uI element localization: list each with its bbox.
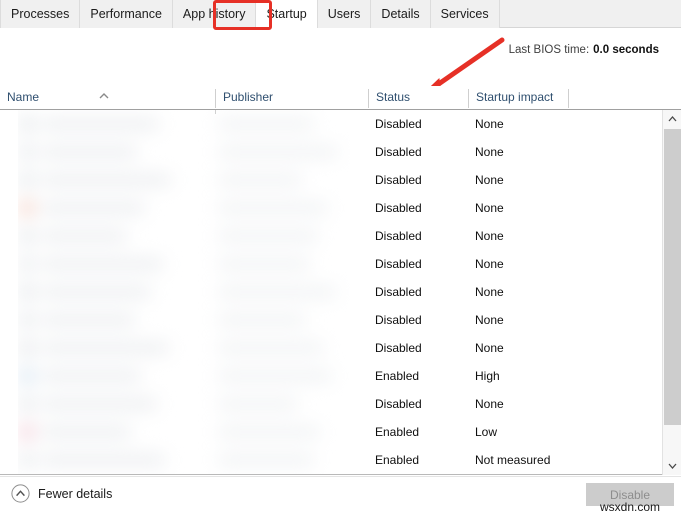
scrollbar-thumb[interactable] xyxy=(664,129,681,425)
column-header-startup-impact[interactable]: Startup impact xyxy=(469,86,568,109)
cell-startup-impact: None xyxy=(475,306,504,334)
tab-label: App history xyxy=(183,7,246,21)
cell-status: Disabled xyxy=(375,138,422,166)
body-column-divider xyxy=(215,110,216,114)
table-row[interactable]: Disabled None xyxy=(0,110,662,138)
watermark: wsxdn.com xyxy=(600,500,660,514)
cell-startup-impact: None xyxy=(475,194,504,222)
cell-startup-impact: None xyxy=(475,222,504,250)
cell-status: Disabled xyxy=(375,390,422,418)
sort-ascending-icon xyxy=(98,92,110,100)
tab-list: Processes Performance App history Startup Us… xyxy=(0,0,500,28)
tab-label: Users xyxy=(328,7,361,21)
tab-label: Processes xyxy=(11,7,69,21)
tab-processes[interactable]: Processes xyxy=(0,0,80,28)
table-row[interactable]: Enabled Not measured xyxy=(0,446,662,474)
tab-startup[interactable]: Startup xyxy=(256,0,317,28)
cell-startup-impact: High xyxy=(475,362,500,390)
cell-startup-impact: None xyxy=(475,278,504,306)
column-divider-4[interactable] xyxy=(568,89,569,108)
list-bottom-border xyxy=(0,474,662,475)
cell-status: Disabled xyxy=(375,250,422,278)
table-row[interactable]: Disabled None xyxy=(0,306,662,334)
table-row[interactable]: Disabled None xyxy=(0,166,662,194)
tab-users[interactable]: Users xyxy=(318,0,372,28)
table-row[interactable]: Enabled Low xyxy=(0,418,662,446)
last-bios-time-value: 0.0 seconds xyxy=(593,44,659,56)
table-row[interactable]: Disabled None xyxy=(0,222,662,250)
cell-status: Disabled xyxy=(375,110,422,138)
cell-status: Enabled xyxy=(375,446,419,474)
table-row[interactable]: Disabled None xyxy=(0,250,662,278)
tab-strip: Processes Performance App history Startup Us… xyxy=(0,0,681,28)
task-manager-window: Processes Performance App history Startup Us… xyxy=(0,0,681,518)
tab-label: Performance xyxy=(90,7,162,21)
cell-startup-impact: None xyxy=(475,390,504,418)
table-row[interactable]: Disabled None xyxy=(0,278,662,306)
cell-status: Disabled xyxy=(375,166,422,194)
tab-label: Startup xyxy=(266,7,306,21)
last-bios-time: Last BIOS time:0.0 seconds xyxy=(509,44,659,56)
tab-label: Services xyxy=(441,7,489,21)
fewer-details-button[interactable]: Fewer details xyxy=(11,484,112,503)
column-header-status[interactable]: Status xyxy=(369,86,468,109)
cell-startup-impact: None xyxy=(475,166,504,194)
table-row[interactable]: Enabled High xyxy=(0,362,662,390)
table-row[interactable]: Disabled None xyxy=(0,194,662,222)
cell-status: Disabled xyxy=(375,278,422,306)
chevron-down-icon xyxy=(668,463,677,469)
tab-details[interactable]: Details xyxy=(371,0,430,28)
cell-startup-impact: None xyxy=(475,250,504,278)
scrollbar-track[interactable] xyxy=(664,425,681,456)
chevron-up-icon xyxy=(668,116,677,122)
cell-startup-impact: None xyxy=(475,334,504,362)
cell-startup-impact: Not measured xyxy=(475,446,550,474)
column-header-name-label: Name xyxy=(0,86,39,109)
cell-startup-impact: None xyxy=(475,110,504,138)
column-header-startup-impact-label: Startup impact xyxy=(469,86,553,109)
table-row[interactable]: Disabled None xyxy=(0,390,662,418)
cell-status: Disabled xyxy=(375,306,422,334)
column-header-row: Name Publisher Status Startup impact xyxy=(0,86,681,110)
cell-status: Disabled xyxy=(375,334,422,362)
tab-label: Details xyxy=(381,7,419,21)
cell-status: Disabled xyxy=(375,222,422,250)
scroll-up-button[interactable] xyxy=(663,110,681,128)
tab-services[interactable]: Services xyxy=(431,0,500,28)
column-header-publisher-label: Publisher xyxy=(216,86,273,109)
last-bios-time-label: Last BIOS time: xyxy=(509,44,590,56)
collapse-circle-chevron-up-icon xyxy=(11,484,30,503)
table-row[interactable]: Disabled None xyxy=(0,334,662,362)
tab-performance[interactable]: Performance xyxy=(80,0,173,28)
cell-status: Enabled xyxy=(375,418,419,446)
cell-startup-impact: Low xyxy=(475,418,497,446)
column-header-status-label: Status xyxy=(369,86,410,109)
scroll-down-button[interactable] xyxy=(663,457,681,475)
vertical-scrollbar[interactable] xyxy=(662,110,681,475)
fewer-details-label: Fewer details xyxy=(38,487,112,501)
cell-status: Disabled xyxy=(375,194,422,222)
cell-startup-impact: None xyxy=(475,138,504,166)
startup-items-list[interactable]: DisabledNoneDisabledNoneDisabledNoneDisa… xyxy=(0,110,662,475)
cell-status: Enabled xyxy=(375,362,419,390)
table-row[interactable]: Disabled None xyxy=(0,138,662,166)
column-header-publisher[interactable]: Publisher xyxy=(216,86,368,109)
tab-app-history[interactable]: App history xyxy=(173,0,257,28)
